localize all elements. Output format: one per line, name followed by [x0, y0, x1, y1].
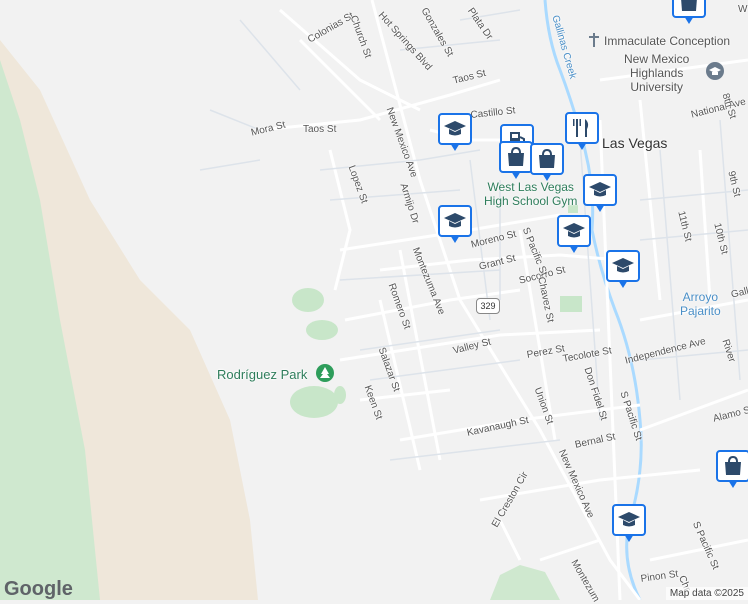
- school-marker[interactable]: [606, 250, 640, 290]
- park-icon[interactable]: [316, 364, 334, 382]
- school-marker[interactable]: [438, 205, 472, 245]
- arroyo-name-line: Arroyo: [682, 290, 719, 304]
- restaurant-icon: [573, 119, 589, 137]
- map-attribution[interactable]: Map data ©2025: [665, 587, 748, 600]
- school-icon: [612, 258, 634, 273]
- shopping-bag-icon: [725, 455, 741, 475]
- school-marker[interactable]: [612, 504, 646, 544]
- school-marker[interactable]: [557, 215, 591, 255]
- shopping-bag-icon: [539, 148, 555, 168]
- school-marker[interactable]: [438, 113, 472, 153]
- gym-label[interactable]: West Las Vegas High School Gym: [484, 180, 577, 208]
- arroyo-label: Arroyo Pajarito: [680, 290, 721, 318]
- highway-shield: 329: [476, 298, 500, 314]
- school-icon: [618, 512, 640, 527]
- shopping-bag-icon: [681, 0, 697, 11]
- shopping-marker[interactable]: [499, 141, 533, 181]
- university-label[interactable]: New Mexico Highlands University: [624, 52, 689, 94]
- park-label[interactable]: Rodríguez Park: [217, 368, 307, 382]
- street-label: Taos St: [303, 124, 337, 135]
- church-label[interactable]: Immaculate Conception: [604, 34, 730, 48]
- school-icon: [444, 121, 466, 136]
- school-icon: [589, 182, 611, 197]
- street-label: W: [738, 4, 748, 15]
- shopping-bag-icon: [508, 146, 524, 166]
- gym-name-line: High School Gym: [484, 194, 578, 208]
- school-icon: [563, 223, 585, 238]
- university-name-line: New Mexico: [624, 52, 690, 66]
- university-icon[interactable]: [706, 62, 724, 80]
- restaurant-marker[interactable]: [565, 112, 599, 152]
- university-name-line: University: [630, 80, 684, 94]
- church-icon[interactable]: [588, 33, 600, 47]
- shopping-marker[interactable]: [716, 450, 748, 490]
- city-label[interactable]: Las Vegas: [602, 135, 667, 151]
- arroyo-name-line: Pajarito: [680, 304, 721, 318]
- google-logo: Google: [4, 578, 73, 600]
- park-name: Rodríguez Park: [217, 367, 308, 382]
- shopping-marker[interactable]: [672, 0, 706, 26]
- shopping-marker[interactable]: [530, 143, 564, 183]
- school-marker[interactable]: [583, 174, 617, 214]
- university-name-line: Highlands: [629, 66, 684, 80]
- school-icon: [444, 213, 466, 228]
